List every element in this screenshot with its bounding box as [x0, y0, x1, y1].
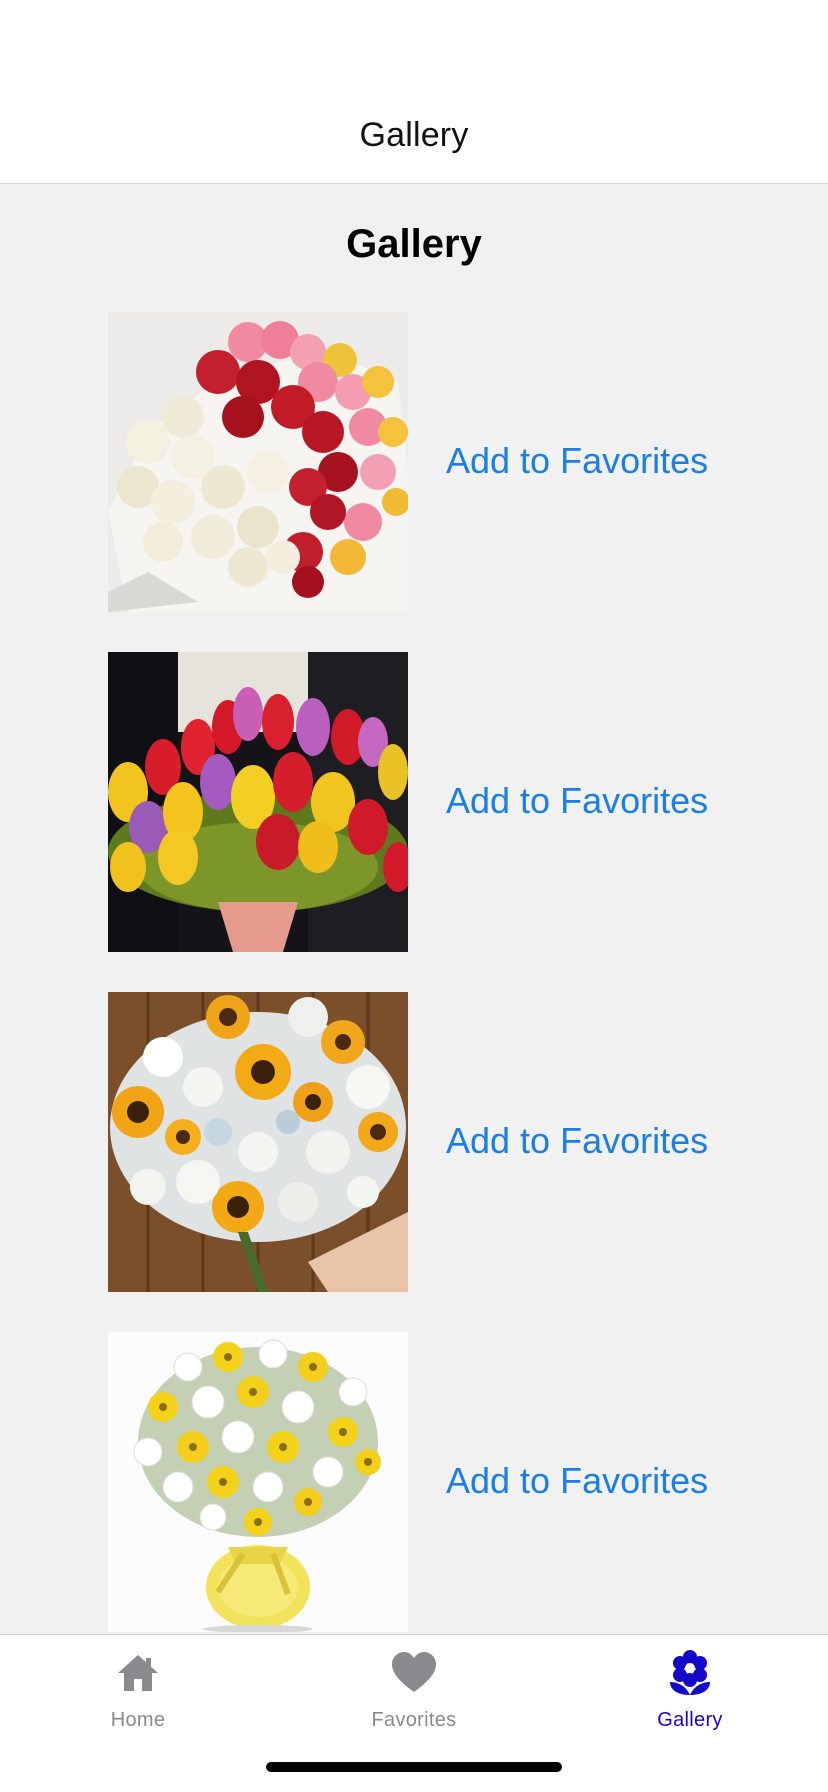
add-to-favorites-button[interactable]: Add to Favorites [446, 440, 708, 482]
flower-icon [670, 1650, 710, 1695]
flower-image-daisies [108, 1332, 408, 1632]
navigation-bar: Gallery [0, 0, 828, 184]
flower-image-roses [108, 312, 408, 612]
tab-label-favorites: Favorites [371, 1709, 457, 1731]
add-to-favorites-button[interactable]: Add to Favorites [446, 780, 708, 822]
gallery-item: Add to Favorites [108, 652, 748, 952]
tab-favorites[interactable]: Favorites [276, 1635, 552, 1745]
tab-label-gallery: Gallery [657, 1709, 723, 1731]
tab-gallery[interactable]: Gallery [552, 1635, 828, 1745]
gallery-item: Add to Favorites [108, 1332, 748, 1632]
home-indicator[interactable] [266, 1762, 562, 1772]
tab-label-home: Home [110, 1709, 166, 1731]
gallery-item: Add to Favorites [108, 992, 748, 1292]
house-icon [118, 1655, 158, 1691]
page-title: Gallery [346, 222, 482, 266]
gallery-item: Add to Favorites [108, 312, 748, 612]
tab-home[interactable]: Home [0, 1635, 276, 1745]
nav-title: Gallery [359, 116, 469, 154]
flower-image-tulips [108, 652, 408, 952]
gallery-screen: Gallery Gallery Add to Favorites Add to … [0, 0, 828, 1792]
add-to-favorites-button[interactable]: Add to Favorites [446, 1460, 708, 1502]
heart-icon [392, 1652, 436, 1692]
add-to-favorites-button[interactable]: Add to Favorites [446, 1120, 708, 1162]
flower-image-sunflowers [108, 992, 408, 1292]
